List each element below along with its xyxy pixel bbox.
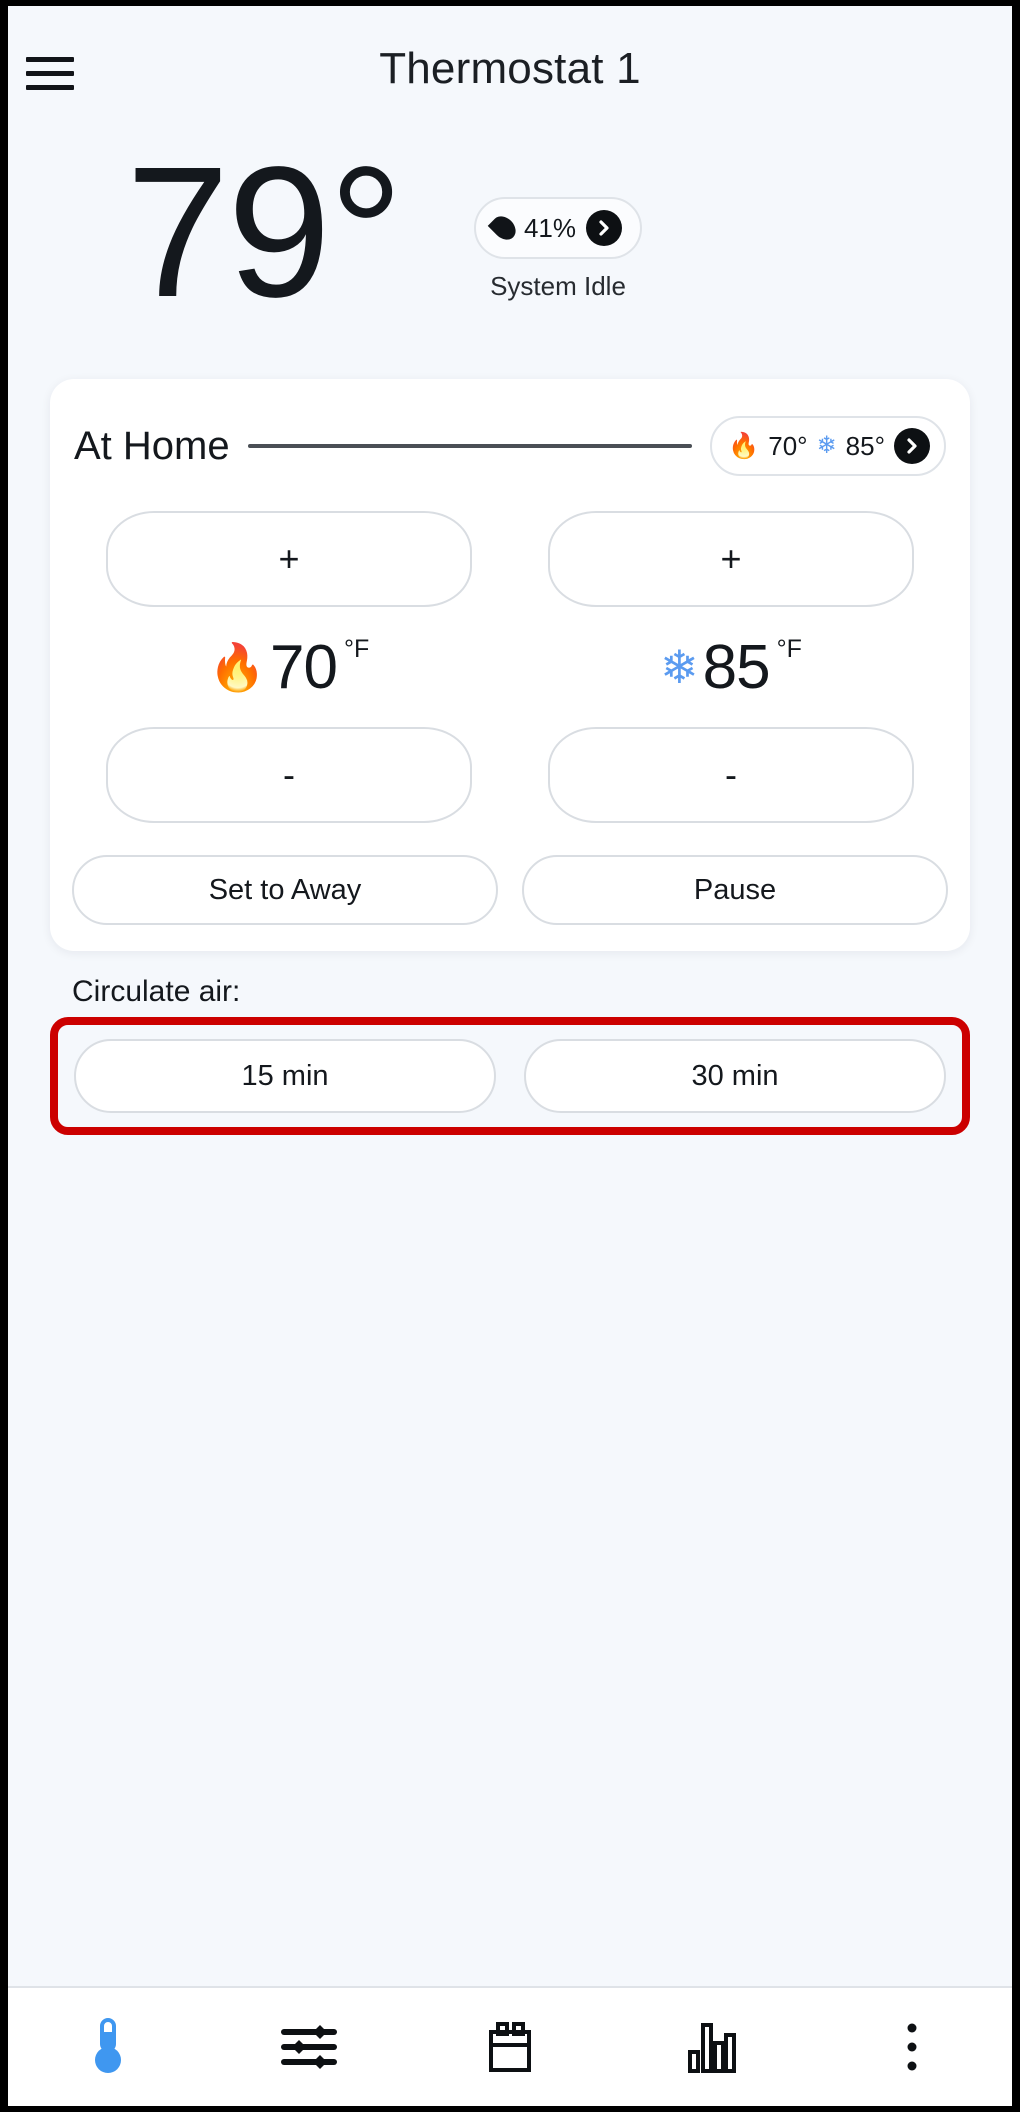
thermometer-icon (91, 2016, 125, 2078)
chevron-right-icon[interactable] (894, 428, 930, 464)
page-title: Thermostat 1 (8, 44, 1012, 94)
cool-decrease-button[interactable]: - (548, 727, 914, 823)
sliders-icon (280, 2020, 338, 2074)
circulate-options: 15 min 30 min (74, 1039, 946, 1113)
circulate-15-min-button[interactable]: 15 min (74, 1039, 496, 1113)
circulate-30-min-button[interactable]: 30 min (524, 1039, 946, 1113)
nav-item-settings[interactable] (209, 1988, 410, 2106)
bottom-navigation-bar (8, 1986, 1012, 2106)
plus-icon: + (720, 541, 741, 577)
phone-screen: Thermostat 1 79° 41% System Idle At Home… (8, 6, 1012, 2106)
water-droplet-icon (488, 212, 521, 245)
pill-heat-temp: 70° (768, 431, 807, 462)
humidity-pill[interactable]: 41% (474, 197, 642, 259)
heat-decrease-button[interactable]: - (106, 727, 472, 823)
humidity-value: 41% (524, 213, 576, 244)
device-bottom-bar (0, 2106, 1020, 2112)
minus-icon: - (725, 757, 737, 793)
cool-increase-button[interactable]: + (548, 511, 914, 607)
heat-setpoint-unit: °F (344, 635, 369, 664)
snowflake-icon: ❄ (660, 644, 699, 690)
nav-item-more[interactable] (811, 1988, 1012, 2106)
bar-chart-icon (685, 2019, 737, 2075)
set-to-away-button[interactable]: Set to Away (72, 855, 498, 925)
circulate-air-label: Circulate air: (72, 975, 970, 1009)
overflow-menu-icon (902, 2019, 922, 2075)
circulate-air-section: Circulate air: 15 min 30 min (50, 975, 970, 1135)
mode-name: At Home (74, 424, 230, 469)
heat-setpoint-readout: 🔥 70 °F (106, 607, 472, 727)
circulate-highlight-box: 15 min 30 min (50, 1017, 970, 1135)
cool-setpoint-unit: °F (777, 635, 802, 664)
snowflake-icon: ❄ (817, 434, 837, 458)
nav-item-thermostat[interactable] (8, 1988, 209, 2106)
system-status-text: System Idle (474, 271, 642, 302)
setpoint-controls: + + 🔥 70 °F ❄ 85 °F - - (72, 511, 948, 823)
current-temperature: 79° (126, 140, 401, 326)
calendar-icon (484, 2019, 536, 2075)
setpoint-summary-pill[interactable]: 🔥 70° ❄ 85° (710, 416, 946, 476)
card-header: At Home 🔥 70° ❄ 85° (72, 415, 948, 477)
schedule-card: At Home 🔥 70° ❄ 85° + + (50, 379, 970, 951)
cool-setpoint-readout: ❄ 85 °F (548, 607, 914, 727)
heat-increase-button[interactable]: + (106, 511, 472, 607)
heat-setpoint-value: 70 (270, 632, 337, 703)
nav-item-history[interactable] (610, 1988, 811, 2106)
card-action-row: Set to Away Pause (72, 855, 948, 925)
header-divider (248, 444, 692, 448)
minus-icon: - (283, 757, 295, 793)
chevron-right-icon[interactable] (586, 210, 622, 246)
plus-icon: + (278, 541, 299, 577)
flame-icon: 🔥 (728, 434, 759, 459)
cool-setpoint-value: 85 (703, 632, 770, 703)
app-bar: Thermostat 1 (8, 6, 1012, 134)
nav-item-schedule[interactable] (410, 1988, 611, 2106)
pause-button[interactable]: Pause (522, 855, 948, 925)
content-spacer (8, 1135, 1012, 1986)
current-conditions: 79° 41% System Idle (8, 134, 1012, 379)
pill-cool-temp: 85° (846, 431, 885, 462)
flame-icon: 🔥 (209, 644, 266, 690)
